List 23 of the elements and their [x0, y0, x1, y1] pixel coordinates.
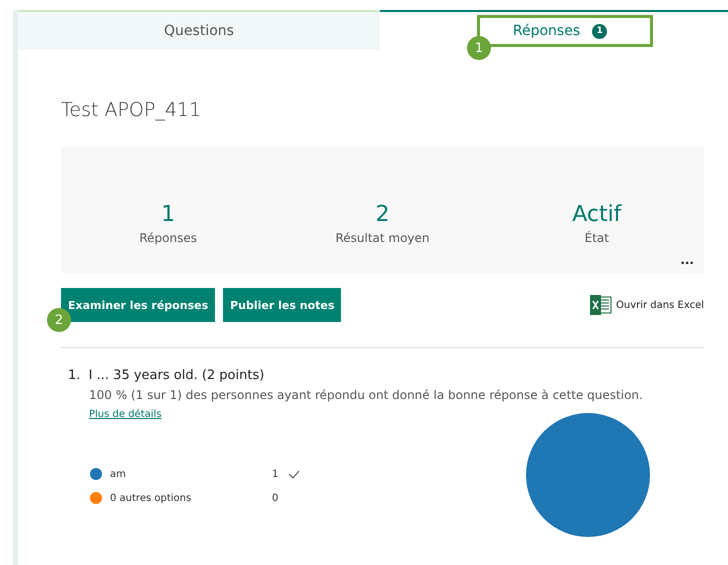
spreadsheet-icon [590, 295, 612, 315]
stat-value: 1 [161, 202, 176, 227]
step-marker: 2 [47, 308, 71, 332]
result-summary: 100 % (1 sur 1) des personnes ayant répondu ont donné la bonne réponse à cette question. [89, 388, 644, 402]
option-count: 0 [272, 492, 280, 504]
action-button[interactable]: Publier les notes [223, 288, 342, 322]
details-link[interactable]: Plus de détails [89, 409, 162, 420]
stat-label: Résultat moyen [335, 231, 430, 245]
question-title: 1. I ... 35 years old. (2 points) [68, 368, 266, 383]
form-title: Test APOP_411 [61, 99, 202, 121]
step-marker: 1 [467, 36, 491, 60]
more-button[interactable]: ... [680, 253, 694, 267]
stat-label: État [584, 231, 609, 245]
stat-value: Actif [572, 202, 622, 227]
option-count: 1 [272, 468, 280, 480]
option-label: am [110, 468, 127, 480]
stat-value: 2 [375, 202, 390, 227]
stat-label: Réponses [139, 231, 197, 245]
option-label: 0 autres options [110, 492, 192, 504]
count-badge: 1 [592, 24, 608, 38]
action-button[interactable]: Examiner les réponses [61, 288, 216, 322]
excel-link[interactable]: Ouvrir dans Excel [590, 295, 704, 315]
tab[interactable]: Questions [18, 10, 380, 50]
